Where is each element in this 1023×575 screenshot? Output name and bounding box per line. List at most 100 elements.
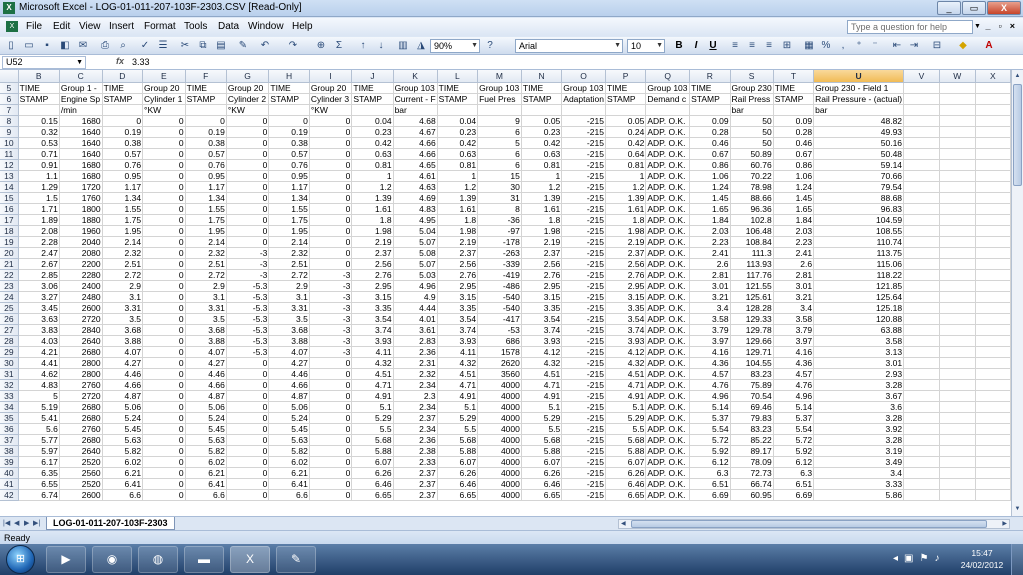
cell[interactable]: Engine Sp: [59, 93, 103, 105]
cell[interactable]: 1.45: [773, 192, 815, 204]
cell[interactable]: 4.9: [393, 291, 438, 303]
cell[interactable]: 4000: [477, 412, 522, 424]
cell[interactable]: 0.24: [605, 126, 647, 138]
cell[interactable]: 1.34: [185, 192, 227, 204]
cell[interactable]: [521, 104, 563, 116]
font-select[interactable]: Arial ▼: [515, 39, 623, 53]
cell[interactable]: 5.88: [605, 445, 647, 457]
cell[interactable]: 3.5: [185, 313, 227, 325]
cell[interactable]: 4.32: [351, 357, 394, 369]
row-header[interactable]: 11: [0, 148, 19, 160]
cell[interactable]: -215: [561, 225, 606, 237]
column-header-u[interactable]: U: [813, 70, 905, 83]
cell[interactable]: ADP. O.K.: [645, 148, 691, 160]
column-header-i[interactable]: I: [309, 70, 353, 83]
cell[interactable]: -53: [477, 324, 522, 336]
cell[interactable]: 5.29: [351, 412, 394, 424]
cell[interactable]: 5.07: [393, 258, 438, 270]
cell[interactable]: -5.3: [226, 346, 270, 358]
cell[interactable]: °KW: [226, 104, 270, 116]
merge-center-icon[interactable]: ⊞: [780, 39, 794, 53]
cell[interactable]: 5.68: [605, 434, 647, 446]
cell[interactable]: Group 20: [142, 82, 186, 94]
cell[interactable]: 125.64: [813, 291, 905, 303]
cell[interactable]: 3.33: [813, 478, 905, 490]
cell[interactable]: [975, 104, 1011, 116]
cell[interactable]: 4.32: [437, 357, 479, 369]
cell[interactable]: 121.85: [813, 280, 905, 292]
cell[interactable]: 2.72: [102, 269, 144, 281]
cell[interactable]: 3.92: [813, 423, 905, 435]
cell[interactable]: 5.29: [521, 412, 563, 424]
cell[interactable]: 3.61: [393, 324, 438, 336]
cell[interactable]: -215: [561, 313, 606, 325]
menu-tools[interactable]: Tools: [184, 21, 207, 32]
cell[interactable]: [939, 445, 976, 457]
cell[interactable]: ADP. O.K.: [645, 291, 691, 303]
cell[interactable]: [903, 159, 940, 171]
cell[interactable]: 110.74: [813, 236, 905, 248]
align-left-icon[interactable]: ≡: [728, 39, 742, 53]
column-header-d[interactable]: D: [102, 70, 144, 83]
cell[interactable]: 0: [309, 148, 353, 160]
row-header[interactable]: 31: [0, 368, 19, 380]
cell[interactable]: 1.17: [185, 181, 227, 193]
row-header[interactable]: 9: [0, 126, 19, 138]
minimize-button[interactable]: _: [937, 1, 961, 15]
column-header-r[interactable]: R: [689, 70, 731, 83]
column-header-c[interactable]: C: [59, 70, 103, 83]
cell[interactable]: 4000: [477, 478, 522, 490]
cell[interactable]: 0: [142, 192, 186, 204]
cell[interactable]: 3.21: [689, 291, 731, 303]
cell[interactable]: 5.45: [268, 423, 310, 435]
cell[interactable]: 1: [521, 170, 563, 182]
cell[interactable]: 6.07: [351, 456, 394, 468]
cell[interactable]: 1: [351, 170, 394, 182]
print-icon[interactable]: ⎙: [98, 39, 112, 53]
cell[interactable]: 3.15: [605, 291, 647, 303]
cell[interactable]: 1680: [59, 170, 103, 182]
cell[interactable]: [939, 214, 976, 226]
cell[interactable]: 2520: [59, 456, 103, 468]
cell[interactable]: 0.23: [437, 126, 479, 138]
cell[interactable]: 6.07: [437, 456, 479, 468]
cell[interactable]: [903, 456, 940, 468]
percent-icon[interactable]: %: [819, 39, 833, 53]
cell[interactable]: 2600: [59, 489, 103, 501]
cell[interactable]: ADP. O.K.: [645, 412, 691, 424]
cell[interactable]: 2760: [59, 379, 103, 391]
cell[interactable]: 50: [730, 137, 774, 149]
cell[interactable]: 2640: [59, 445, 103, 457]
cell[interactable]: 0: [309, 357, 353, 369]
cell[interactable]: 5.63: [268, 434, 310, 446]
cell[interactable]: 0: [226, 236, 270, 248]
cell[interactable]: 4000: [477, 456, 522, 468]
paint-icon[interactable]: ✎: [276, 546, 316, 573]
cell[interactable]: 0: [309, 478, 353, 490]
scroll-thumb[interactable]: [1013, 84, 1022, 186]
cell[interactable]: 6.55: [18, 478, 60, 490]
cell[interactable]: [903, 412, 940, 424]
cell[interactable]: 2.03: [689, 225, 731, 237]
cell[interactable]: -215: [561, 324, 606, 336]
redo-icon[interactable]: ↷: [286, 39, 300, 53]
cell[interactable]: 4.96: [689, 390, 731, 402]
cell[interactable]: ADP. O.K.: [645, 214, 691, 226]
cell[interactable]: 6: [477, 148, 522, 160]
cell[interactable]: -215: [561, 467, 606, 479]
cell[interactable]: 88.66: [730, 192, 774, 204]
cell[interactable]: 0: [309, 214, 353, 226]
cell[interactable]: 5.72: [773, 434, 815, 446]
cell[interactable]: 4.71: [521, 379, 563, 391]
cell[interactable]: [903, 93, 940, 105]
cell[interactable]: 5.68: [521, 434, 563, 446]
cell[interactable]: 4.16: [689, 346, 731, 358]
cell[interactable]: 0.42: [605, 137, 647, 149]
cell[interactable]: 2.37: [393, 489, 438, 501]
cell[interactable]: 1.29: [18, 181, 60, 193]
cell[interactable]: 0: [142, 236, 186, 248]
cell[interactable]: 0: [142, 401, 186, 413]
cell[interactable]: 78.09: [730, 456, 774, 468]
cell[interactable]: 4.67: [393, 126, 438, 138]
workbook-minimize-button[interactable]: _: [986, 21, 991, 31]
